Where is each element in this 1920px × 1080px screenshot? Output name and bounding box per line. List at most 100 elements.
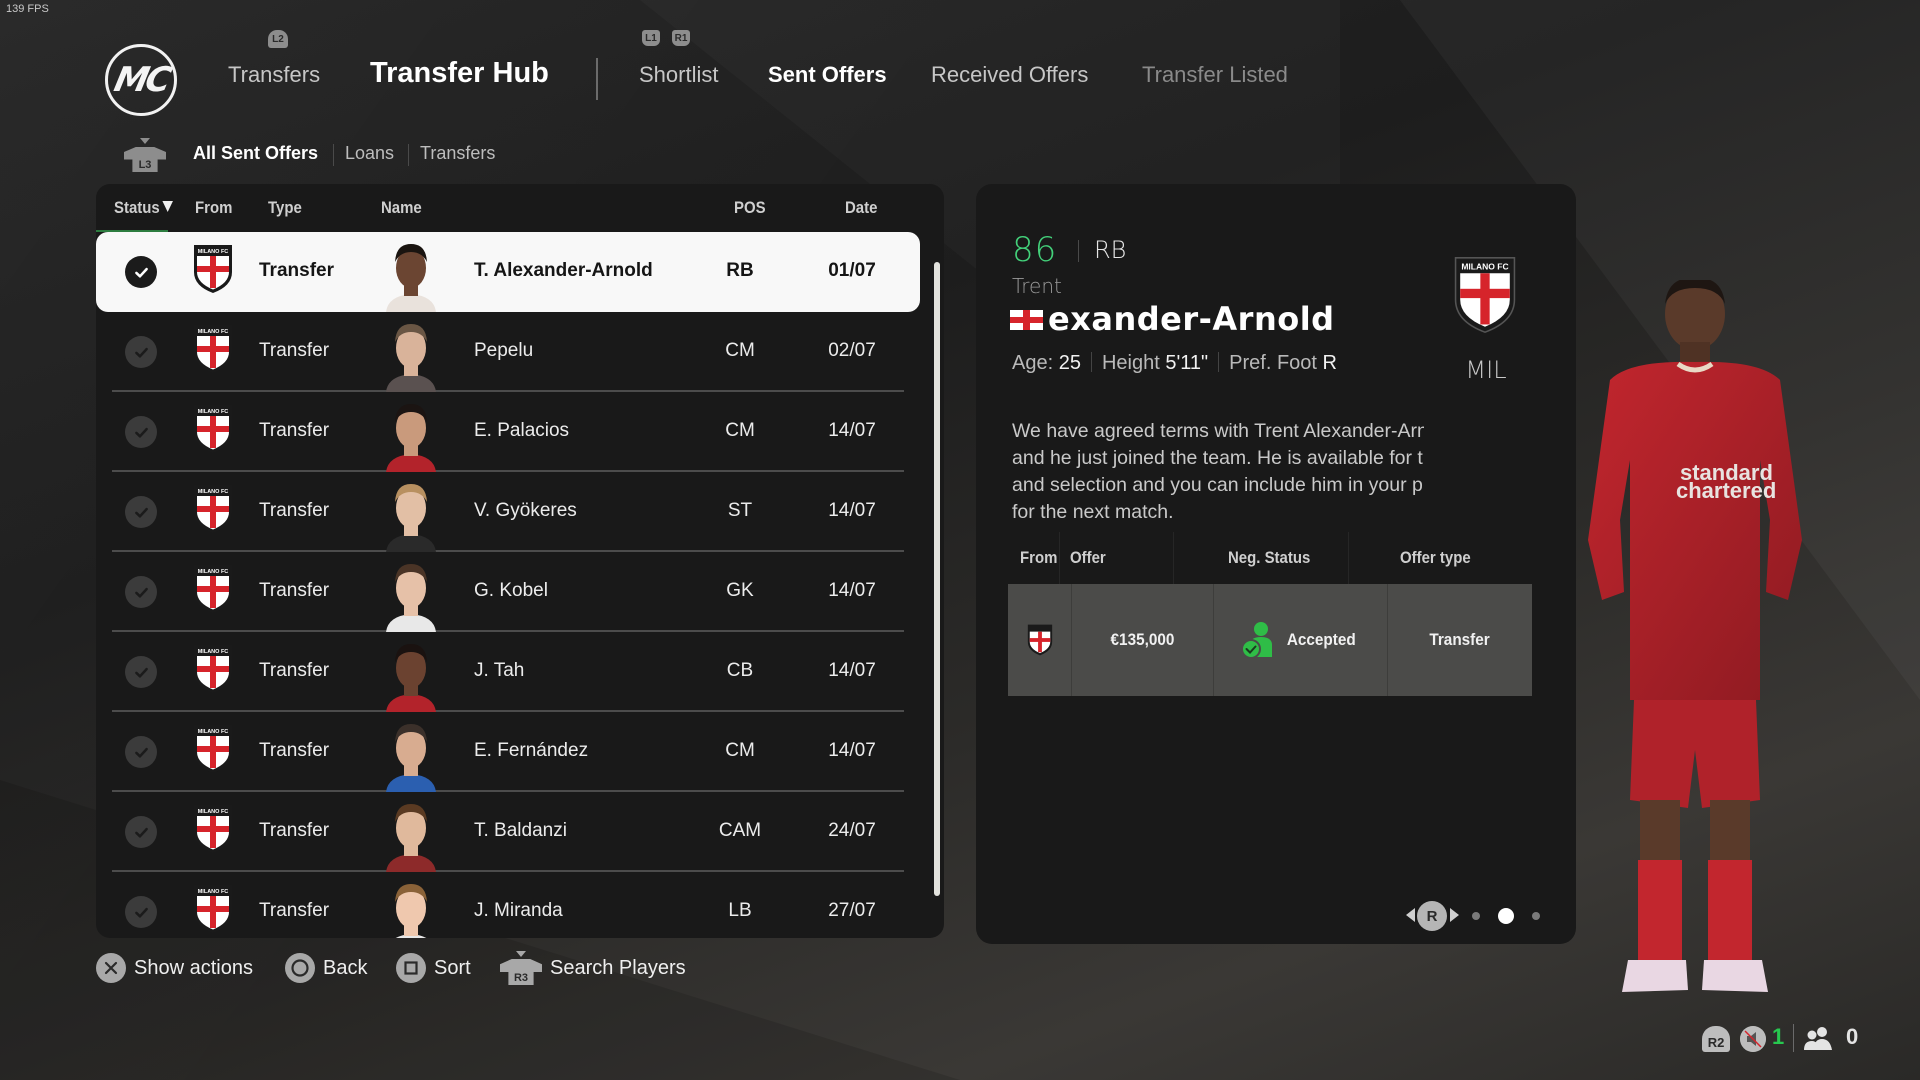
column-header-pos[interactable]: POS: [734, 198, 766, 218]
offer-date: 14/07: [828, 420, 876, 441]
column-header-date[interactable]: Date: [845, 198, 877, 218]
player-position: GK: [726, 580, 754, 601]
table-row[interactable]: MILANO FC Transfer J. Miranda LB 27/07: [112, 872, 904, 938]
arrow-down-icon: [516, 951, 526, 957]
sort-desc-icon: [162, 201, 173, 212]
svg-text:MILANO FC: MILANO FC: [198, 649, 229, 655]
offer-date: 14/07: [828, 740, 876, 761]
divider: [1173, 532, 1174, 584]
pager-prev-icon[interactable]: [1406, 908, 1415, 922]
player-first-name: Trent: [1012, 274, 1062, 298]
offer-table-header: From Offer Neg. Status Offer type: [1008, 532, 1532, 584]
player-portrait: [386, 804, 436, 872]
search-players-label: Search Players: [550, 956, 686, 979]
sort-label: Sort: [434, 956, 471, 979]
offer-type: Transfer: [259, 340, 330, 361]
player-name: E. Fernández: [474, 740, 589, 761]
tab-transfer-hub[interactable]: Transfer Hub: [370, 57, 549, 90]
player-overall-rating: 86: [1012, 230, 1058, 270]
arrow-down-icon: [140, 138, 150, 144]
player-position: CB: [726, 660, 754, 681]
list-header: Status From Type Name POS Date: [96, 184, 944, 232]
foot-value: R: [1322, 352, 1337, 374]
table-row[interactable]: MILANO FC Transfer Pepelu CM 02/07: [112, 312, 904, 392]
pager-dot[interactable]: [1532, 912, 1540, 920]
circle-button-icon: [285, 953, 315, 983]
table-row[interactable]: MILANO FC Transfer V. Gyökeres ST 14/07: [112, 472, 904, 552]
mic-muted-icon[interactable]: [1740, 1026, 1766, 1052]
club-crest-icon: MILANO FC: [194, 885, 232, 933]
offer-type: Transfer: [259, 740, 330, 761]
back-hint[interactable]: Back: [285, 952, 367, 984]
filter-divider: [408, 144, 409, 166]
filter-divider: [333, 144, 334, 166]
offer-type: Transfer: [259, 900, 330, 921]
fps-counter: 139 FPS: [6, 3, 49, 15]
filter-transfers[interactable]: Transfers: [420, 143, 495, 164]
player-name: V. Gyökeres: [474, 500, 577, 521]
offer-date: 27/07: [828, 900, 876, 921]
offer-status-message: We have agreed terms with Trent Alexande…: [1012, 420, 1424, 523]
column-header-from[interactable]: From: [195, 198, 232, 218]
club-crest-icon: MILANO FC: [194, 725, 232, 773]
square-button-icon: [396, 953, 426, 983]
table-row[interactable]: MILANO FC Transfer J. Tah CB 14/07: [112, 632, 904, 712]
player-portrait: [386, 644, 436, 712]
table-row[interactable]: MILANO FC Transfer G. Kobel GK 14/07: [112, 552, 904, 632]
svg-text:MILANO FC: MILANO FC: [198, 409, 229, 415]
foot-label: Pref. Foot: [1229, 352, 1317, 374]
club-abbreviation: MIL: [1465, 356, 1507, 384]
offer-detail-panel: 86 RB Trent exander-Arnold Age: 25 Height…: [976, 184, 1576, 944]
party-members-icon[interactable]: [1802, 1026, 1834, 1050]
offer-amount: €135,000: [1110, 630, 1175, 649]
pager-dot[interactable]: [1472, 912, 1480, 920]
offer-col-offer-type: Offer type: [1400, 548, 1471, 567]
club-crest-icon: MILANO FC: [194, 325, 232, 373]
club-crest-icon: MILANO FC: [194, 245, 232, 293]
offer-date: 02/07: [828, 340, 876, 361]
r2-button-hint: R2: [1702, 1026, 1730, 1052]
sort-hint[interactable]: Sort: [396, 952, 471, 984]
r1-button-hint: R1: [672, 30, 690, 46]
player-name: J. Miranda: [474, 900, 563, 921]
accepted-person-icon: [1241, 622, 1273, 659]
player-portrait: [386, 244, 436, 312]
tab-received-offers[interactable]: Received Offers: [931, 62, 1088, 88]
offer-table-row: €135,000 Accepted Transfer: [1008, 584, 1532, 696]
table-row[interactable]: MILANO FC Transfer E. Fernández CM 14/07: [112, 712, 904, 792]
player-position: CAM: [718, 820, 762, 841]
column-header-name[interactable]: Name: [381, 198, 422, 218]
filter-all-sent-offers[interactable]: All Sent Offers: [193, 143, 318, 164]
player-portrait: [386, 404, 436, 472]
career-mode-logo: MC: [105, 44, 177, 116]
column-header-type[interactable]: Type: [268, 198, 302, 218]
table-row[interactable]: MILANO FC Transfer E. Palacios CM 14/07: [112, 392, 904, 472]
show-actions-hint[interactable]: Show actions: [96, 952, 253, 984]
tab-shortlist[interactable]: Shortlist: [639, 62, 718, 88]
tab-transfer-listed[interactable]: Transfer Listed: [1142, 62, 1288, 88]
tab-sent-offers[interactable]: Sent Offers: [768, 62, 887, 88]
r3-button-icon: R3: [500, 951, 542, 985]
list-scrollbar[interactable]: [934, 262, 940, 896]
height-value: 5'11": [1165, 352, 1209, 374]
search-players-hint[interactable]: R3 Search Players: [500, 951, 686, 985]
club-crest-icon: MILANO FC: [1454, 257, 1516, 334]
l3-shirt-icon: L3: [124, 147, 166, 172]
offer-type: Transfer: [259, 420, 330, 441]
scrollbar-thumb[interactable]: [934, 262, 940, 896]
filter-loans[interactable]: Loans: [345, 143, 394, 164]
divider: [1218, 352, 1220, 372]
offer-date: 24/07: [828, 820, 876, 841]
player-name: G. Kobel: [474, 580, 548, 601]
table-row[interactable]: MILANO FC Transfer T. Baldanzi CAM 24/07: [112, 792, 904, 872]
column-header-status[interactable]: Status: [114, 198, 173, 218]
svg-text:MILANO FC: MILANO FC: [198, 489, 229, 495]
detail-pager[interactable]: R: [1406, 900, 1556, 931]
table-row[interactable]: MILANO FC Transfer T. Alexander-Arnold R…: [96, 232, 920, 312]
offer-date: 14/07: [828, 660, 876, 681]
player-name: Pepelu: [474, 340, 534, 361]
pager-next-icon[interactable]: [1450, 908, 1459, 922]
tab-transfers[interactable]: Transfers: [228, 62, 320, 88]
pager-dot-active[interactable]: [1498, 908, 1514, 924]
player-portrait: [386, 484, 436, 552]
